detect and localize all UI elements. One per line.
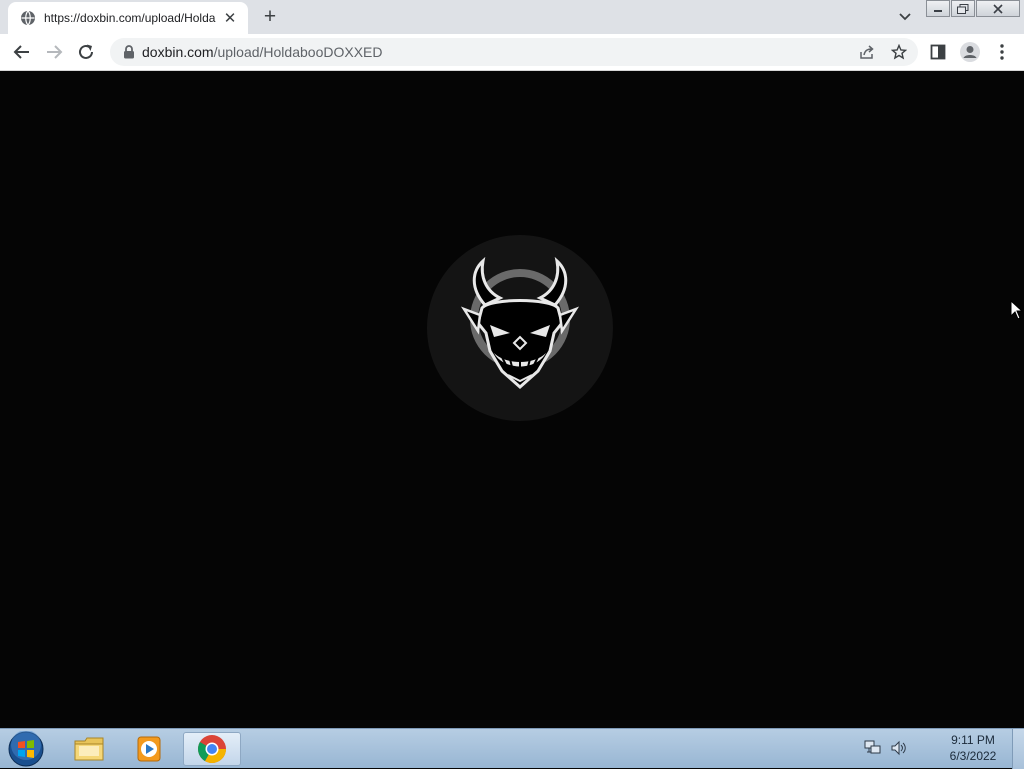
network-icon[interactable]: [862, 737, 884, 759]
url-host: doxbin.com: [142, 44, 214, 60]
media-player-icon: [137, 736, 161, 762]
url-path: /upload/HoldabooDOXXED: [213, 44, 383, 60]
side-panel-button[interactable]: [926, 40, 950, 64]
start-button[interactable]: [6, 730, 46, 768]
taskbar: 9:11 PM 6/3/2022: [0, 728, 1024, 769]
tab-title: https://doxbin.com/upload/Holda: [44, 11, 216, 25]
forward-button[interactable]: [42, 40, 66, 64]
site-logo: [427, 235, 613, 421]
mouse-cursor-icon: [1010, 300, 1024, 320]
taskbar-clock[interactable]: 9:11 PM 6/3/2022: [936, 732, 1010, 764]
chrome-icon: [198, 735, 226, 763]
reload-button[interactable]: [74, 40, 98, 64]
side-panel-icon: [930, 44, 946, 60]
show-desktop-button[interactable]: [1012, 729, 1024, 769]
new-tab-button[interactable]: +: [258, 5, 282, 29]
close-window-button[interactable]: [976, 0, 1020, 17]
minimize-button[interactable]: [926, 0, 950, 17]
star-icon: [891, 44, 907, 60]
clock-time: 9:11 PM: [951, 733, 995, 747]
menu-button[interactable]: [990, 40, 1014, 64]
reload-icon: [79, 44, 93, 59]
kebab-menu-icon: [1000, 44, 1004, 60]
window-controls: [926, 0, 1021, 18]
system-tray: [862, 737, 914, 759]
back-button[interactable]: [10, 40, 34, 64]
browser-toolbar: doxbin.com/upload/HoldabooDOXXED: [0, 34, 1024, 71]
page-content: [0, 71, 1024, 728]
profile-button[interactable]: [958, 40, 982, 64]
lock-icon[interactable]: [122, 45, 136, 59]
close-icon: [993, 3, 1003, 14]
url-text[interactable]: doxbin.com/upload/HoldabooDOXXED: [142, 44, 382, 60]
clock-date: 6/3/2022: [949, 749, 997, 763]
tab-search-button[interactable]: [894, 6, 916, 28]
browser-tab[interactable]: https://doxbin.com/upload/Holda ✕: [8, 2, 248, 34]
bookmark-button[interactable]: [888, 41, 910, 63]
chevron-down-icon: [899, 13, 911, 21]
file-explorer-icon: [74, 737, 104, 761]
tab-strip: https://doxbin.com/upload/Holda ✕ +: [0, 0, 1024, 34]
taskbar-file-explorer[interactable]: [60, 732, 118, 766]
minimize-icon: [934, 9, 942, 12]
share-button[interactable]: [856, 41, 878, 63]
volume-icon[interactable]: [888, 737, 910, 759]
globe-icon: [20, 10, 36, 26]
share-icon: [860, 45, 874, 59]
close-tab-button[interactable]: ✕: [222, 10, 238, 27]
demon-mask-logo: [460, 256, 580, 390]
avatar-icon: [960, 42, 980, 62]
address-bar[interactable]: doxbin.com/upload/HoldabooDOXXED: [110, 38, 918, 66]
back-arrow-icon: [13, 45, 29, 59]
start-orb-icon: [8, 731, 44, 767]
restore-icon: [957, 3, 969, 14]
restore-button[interactable]: [951, 0, 975, 17]
taskbar-media-player[interactable]: [120, 732, 178, 766]
forward-arrow-icon: [47, 45, 63, 59]
taskbar-chrome[interactable]: [183, 732, 241, 766]
